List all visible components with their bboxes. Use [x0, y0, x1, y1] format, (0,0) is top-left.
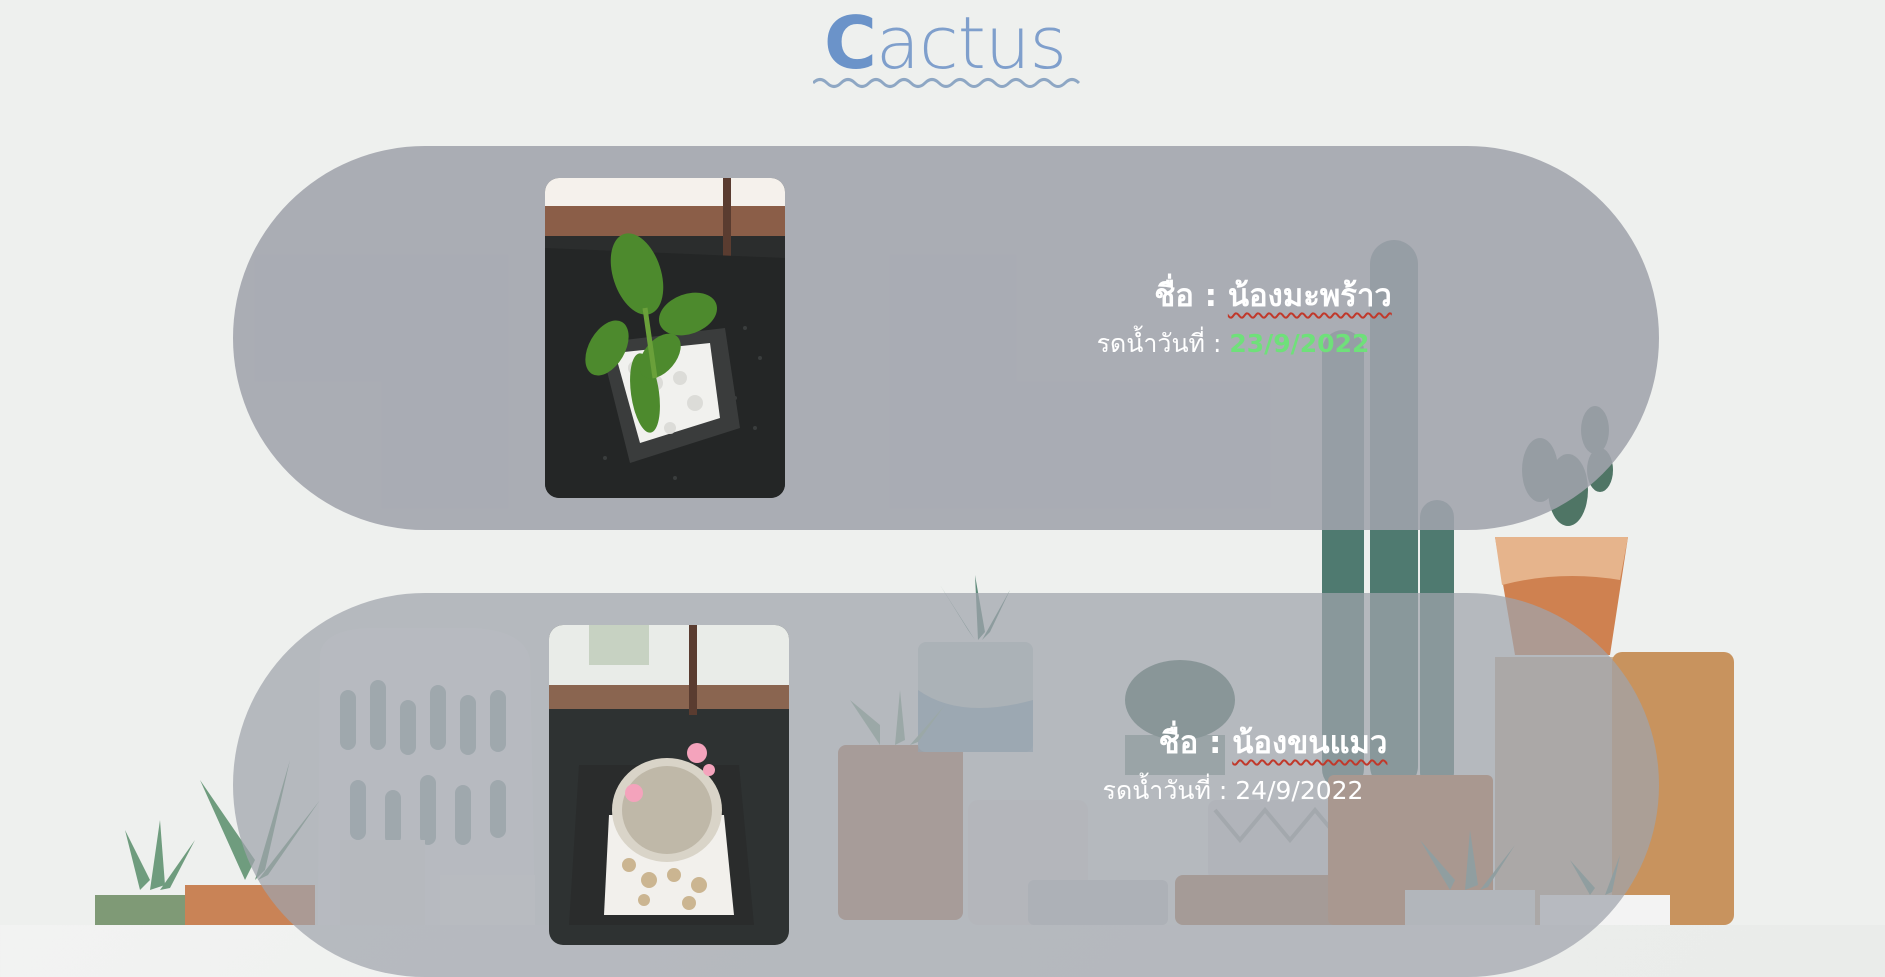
plant-photo-cactus	[549, 625, 789, 945]
water-date: 24/9/2022	[1235, 776, 1364, 805]
water-date: 23/9/2022	[1229, 329, 1370, 358]
plant-name: น้องมะพร้าว	[1227, 278, 1392, 314]
plant-photo-seedling	[545, 178, 785, 498]
plant-name-label: ชื่อ :	[1158, 725, 1233, 761]
water-date-line: รดน้ำวันที่ : 23/9/2022	[873, 324, 1593, 364]
title-wave-underline-icon	[813, 78, 1081, 88]
plant-name-line: ชื่อ : น้องขนแมว	[953, 721, 1593, 765]
plant-card: ชื่อ : น้องขนแมว รดน้ำวันที่ : 24/9/2022	[233, 593, 1659, 977]
plant-card: ชื่อ : น้องมะพร้าว รดน้ำวันที่ : 23/9/20…	[233, 146, 1659, 530]
water-date-line: รดน้ำวันที่ : 24/9/2022	[873, 771, 1593, 811]
plant-info: ชื่อ : น้องขนแมว รดน้ำวันที่ : 24/9/2022	[873, 721, 1593, 811]
water-date-label: รดน้ำวันที่ :	[1102, 776, 1236, 805]
site-title-initial: C	[824, 1, 877, 85]
plant-name-label: ชื่อ :	[1154, 278, 1228, 314]
plant-info: ชื่อ : น้องมะพร้าว รดน้ำวันที่ : 23/9/20…	[873, 274, 1593, 364]
water-date-label: รดน้ำวันที่ :	[1096, 329, 1230, 358]
plant-name: น้องขนแมว	[1232, 725, 1388, 761]
plant-name-line: ชื่อ : น้องมะพร้าว	[953, 274, 1593, 318]
site-title-rest: actus	[875, 1, 1067, 85]
